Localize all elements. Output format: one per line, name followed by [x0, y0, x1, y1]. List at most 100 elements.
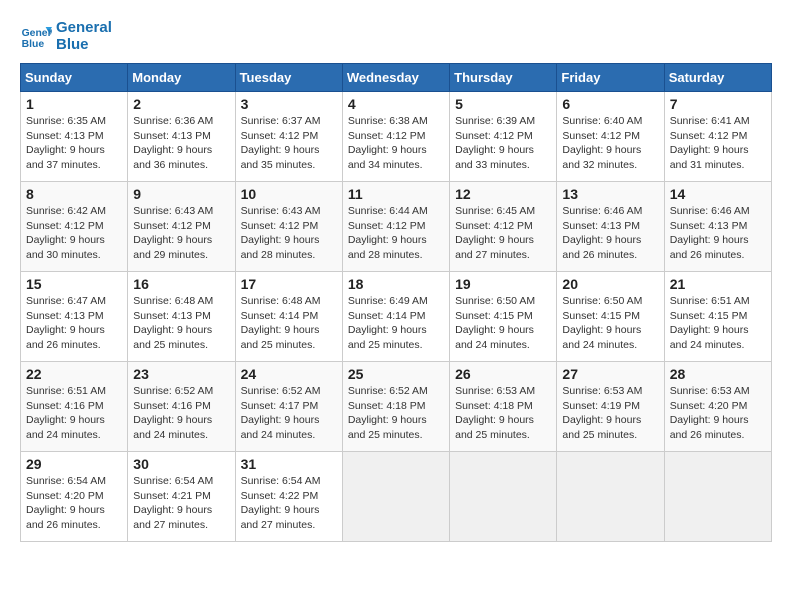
day-info: Sunrise: 6:52 AMSunset: 4:18 PMDaylight:… [348, 384, 444, 443]
header-sunday: Sunday [21, 64, 128, 92]
svg-text:Blue: Blue [22, 39, 45, 50]
day-cell-27: 27 Sunrise: 6:53 AMSunset: 4:19 PMDaylig… [557, 362, 664, 452]
day-info: Sunrise: 6:51 AMSunset: 4:15 PMDaylight:… [670, 294, 766, 353]
day-cell-15: 15 Sunrise: 6:47 AMSunset: 4:13 PMDaylig… [21, 272, 128, 362]
day-number: 30 [133, 456, 229, 472]
day-info: Sunrise: 6:54 AMSunset: 4:21 PMDaylight:… [133, 474, 229, 533]
header-saturday: Saturday [664, 64, 771, 92]
logo: General Blue General Blue [20, 20, 112, 53]
day-info: Sunrise: 6:35 AMSunset: 4:13 PMDaylight:… [26, 114, 122, 173]
day-number: 29 [26, 456, 122, 472]
day-number: 31 [241, 456, 337, 472]
empty-cell [664, 452, 771, 542]
day-info: Sunrise: 6:53 AMSunset: 4:20 PMDaylight:… [670, 384, 766, 443]
day-cell-13: 13 Sunrise: 6:46 AMSunset: 4:13 PMDaylig… [557, 182, 664, 272]
day-info: Sunrise: 6:43 AMSunset: 4:12 PMDaylight:… [133, 204, 229, 263]
day-info: Sunrise: 6:52 AMSunset: 4:17 PMDaylight:… [241, 384, 337, 443]
day-info: Sunrise: 6:37 AMSunset: 4:12 PMDaylight:… [241, 114, 337, 173]
day-info: Sunrise: 6:41 AMSunset: 4:12 PMDaylight:… [670, 114, 766, 173]
day-number: 22 [26, 366, 122, 382]
page-header: General Blue General Blue [20, 20, 772, 53]
day-number: 10 [241, 186, 337, 202]
day-info: Sunrise: 6:48 AMSunset: 4:13 PMDaylight:… [133, 294, 229, 353]
header-friday: Friday [557, 64, 664, 92]
day-cell-18: 18 Sunrise: 6:49 AMSunset: 4:14 PMDaylig… [342, 272, 449, 362]
day-cell-19: 19 Sunrise: 6:50 AMSunset: 4:15 PMDaylig… [450, 272, 557, 362]
calendar-table: SundayMondayTuesdayWednesdayThursdayFrid… [20, 63, 772, 542]
day-info: Sunrise: 6:50 AMSunset: 4:15 PMDaylight:… [562, 294, 658, 353]
day-number: 18 [348, 276, 444, 292]
day-cell-2: 2 Sunrise: 6:36 AMSunset: 4:13 PMDayligh… [128, 92, 235, 182]
day-number: 6 [562, 96, 658, 112]
day-number: 25 [348, 366, 444, 382]
day-cell-7: 7 Sunrise: 6:41 AMSunset: 4:12 PMDayligh… [664, 92, 771, 182]
day-cell-3: 3 Sunrise: 6:37 AMSunset: 4:12 PMDayligh… [235, 92, 342, 182]
day-number: 15 [26, 276, 122, 292]
day-number: 2 [133, 96, 229, 112]
day-info: Sunrise: 6:43 AMSunset: 4:12 PMDaylight:… [241, 204, 337, 263]
day-info: Sunrise: 6:50 AMSunset: 4:15 PMDaylight:… [455, 294, 551, 353]
day-cell-29: 29 Sunrise: 6:54 AMSunset: 4:20 PMDaylig… [21, 452, 128, 542]
day-number: 26 [455, 366, 551, 382]
day-cell-10: 10 Sunrise: 6:43 AMSunset: 4:12 PMDaylig… [235, 182, 342, 272]
day-number: 19 [455, 276, 551, 292]
day-cell-6: 6 Sunrise: 6:40 AMSunset: 4:12 PMDayligh… [557, 92, 664, 182]
day-number: 4 [348, 96, 444, 112]
day-cell-9: 9 Sunrise: 6:43 AMSunset: 4:12 PMDayligh… [128, 182, 235, 272]
day-info: Sunrise: 6:47 AMSunset: 4:13 PMDaylight:… [26, 294, 122, 353]
day-number: 23 [133, 366, 229, 382]
day-info: Sunrise: 6:46 AMSunset: 4:13 PMDaylight:… [670, 204, 766, 263]
day-number: 27 [562, 366, 658, 382]
day-number: 24 [241, 366, 337, 382]
day-number: 5 [455, 96, 551, 112]
day-number: 28 [670, 366, 766, 382]
header-monday: Monday [128, 64, 235, 92]
day-info: Sunrise: 6:38 AMSunset: 4:12 PMDaylight:… [348, 114, 444, 173]
day-info: Sunrise: 6:45 AMSunset: 4:12 PMDaylight:… [455, 204, 551, 263]
day-cell-5: 5 Sunrise: 6:39 AMSunset: 4:12 PMDayligh… [450, 92, 557, 182]
day-cell-12: 12 Sunrise: 6:45 AMSunset: 4:12 PMDaylig… [450, 182, 557, 272]
day-number: 11 [348, 186, 444, 202]
day-cell-11: 11 Sunrise: 6:44 AMSunset: 4:12 PMDaylig… [342, 182, 449, 272]
day-info: Sunrise: 6:39 AMSunset: 4:12 PMDaylight:… [455, 114, 551, 173]
day-cell-26: 26 Sunrise: 6:53 AMSunset: 4:18 PMDaylig… [450, 362, 557, 452]
day-info: Sunrise: 6:51 AMSunset: 4:16 PMDaylight:… [26, 384, 122, 443]
day-info: Sunrise: 6:53 AMSunset: 4:18 PMDaylight:… [455, 384, 551, 443]
day-info: Sunrise: 6:46 AMSunset: 4:13 PMDaylight:… [562, 204, 658, 263]
calendar-week-row: 22 Sunrise: 6:51 AMSunset: 4:16 PMDaylig… [21, 362, 772, 452]
day-number: 14 [670, 186, 766, 202]
day-cell-8: 8 Sunrise: 6:42 AMSunset: 4:12 PMDayligh… [21, 182, 128, 272]
day-info: Sunrise: 6:44 AMSunset: 4:12 PMDaylight:… [348, 204, 444, 263]
day-number: 20 [562, 276, 658, 292]
day-cell-1: 1 Sunrise: 6:35 AMSunset: 4:13 PMDayligh… [21, 92, 128, 182]
day-number: 16 [133, 276, 229, 292]
day-info: Sunrise: 6:53 AMSunset: 4:19 PMDaylight:… [562, 384, 658, 443]
day-number: 8 [26, 186, 122, 202]
day-cell-20: 20 Sunrise: 6:50 AMSunset: 4:15 PMDaylig… [557, 272, 664, 362]
empty-cell [557, 452, 664, 542]
day-cell-21: 21 Sunrise: 6:51 AMSunset: 4:15 PMDaylig… [664, 272, 771, 362]
day-cell-31: 31 Sunrise: 6:54 AMSunset: 4:22 PMDaylig… [235, 452, 342, 542]
day-info: Sunrise: 6:42 AMSunset: 4:12 PMDaylight:… [26, 204, 122, 263]
header-thursday: Thursday [450, 64, 557, 92]
calendar-header-row: SundayMondayTuesdayWednesdayThursdayFrid… [21, 64, 772, 92]
day-cell-23: 23 Sunrise: 6:52 AMSunset: 4:16 PMDaylig… [128, 362, 235, 452]
logo-text: General Blue [56, 20, 112, 53]
day-number: 1 [26, 96, 122, 112]
day-cell-28: 28 Sunrise: 6:53 AMSunset: 4:20 PMDaylig… [664, 362, 771, 452]
day-cell-25: 25 Sunrise: 6:52 AMSunset: 4:18 PMDaylig… [342, 362, 449, 452]
empty-cell [342, 452, 449, 542]
day-number: 13 [562, 186, 658, 202]
day-cell-14: 14 Sunrise: 6:46 AMSunset: 4:13 PMDaylig… [664, 182, 771, 272]
header-wednesday: Wednesday [342, 64, 449, 92]
day-cell-4: 4 Sunrise: 6:38 AMSunset: 4:12 PMDayligh… [342, 92, 449, 182]
day-number: 3 [241, 96, 337, 112]
day-info: Sunrise: 6:49 AMSunset: 4:14 PMDaylight:… [348, 294, 444, 353]
calendar-week-row: 29 Sunrise: 6:54 AMSunset: 4:20 PMDaylig… [21, 452, 772, 542]
day-info: Sunrise: 6:52 AMSunset: 4:16 PMDaylight:… [133, 384, 229, 443]
day-info: Sunrise: 6:40 AMSunset: 4:12 PMDaylight:… [562, 114, 658, 173]
day-number: 21 [670, 276, 766, 292]
logo-icon: General Blue [20, 23, 52, 51]
day-number: 12 [455, 186, 551, 202]
calendar-week-row: 15 Sunrise: 6:47 AMSunset: 4:13 PMDaylig… [21, 272, 772, 362]
